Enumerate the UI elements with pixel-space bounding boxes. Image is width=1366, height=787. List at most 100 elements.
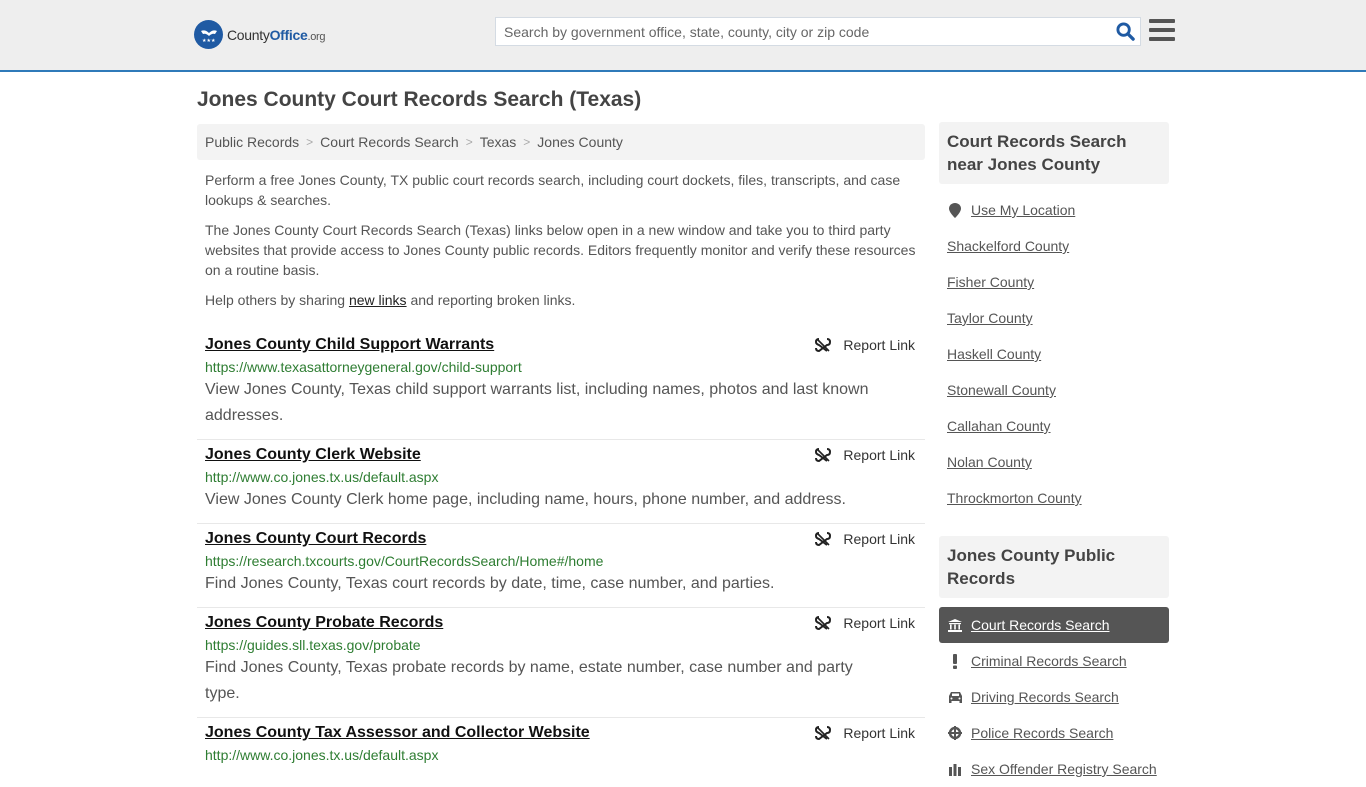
nearby-county-item: Callahan County: [947, 408, 1161, 444]
public-records-list: Court Records Search Criminal Records Se…: [939, 607, 1169, 787]
public-record-link[interactable]: Criminal Records Search: [971, 653, 1127, 669]
logo-text: CountyOffice.org: [227, 26, 326, 43]
menu-bar-icon: [1149, 28, 1175, 32]
nearby-county-item: Shackelford County: [947, 228, 1161, 264]
nearby-county-link[interactable]: Haskell County: [947, 346, 1041, 362]
intro-paragraph-3: Help others by sharing new links and rep…: [205, 290, 917, 310]
intro-text: Perform a free Jones County, TX public c…: [197, 170, 925, 310]
results-list: Jones County Child Support Warrants Repo…: [197, 330, 925, 775]
nearby-county-link[interactable]: Fisher County: [947, 274, 1034, 290]
breadcrumb-jones-county[interactable]: Jones County: [537, 134, 623, 150]
nearby-county-item: Taylor County: [947, 300, 1161, 336]
breadcrumb: Public Records > Court Records Search > …: [197, 124, 925, 160]
public-record-item-criminal[interactable]: Criminal Records Search: [939, 643, 1169, 679]
public-record-item-driving[interactable]: Driving Records Search: [939, 679, 1169, 715]
new-links-link[interactable]: new links: [349, 292, 407, 308]
result-url: https://www.texasattorneygeneral.gov/chi…: [205, 359, 522, 375]
logo-org: .org: [307, 30, 326, 43]
report-link-button[interactable]: Report Link: [815, 337, 915, 353]
result-title-link[interactable]: Jones County Court Records: [205, 530, 426, 548]
search-button[interactable]: [1110, 18, 1140, 45]
use-my-location-item: Use My Location: [947, 192, 1161, 228]
report-link-button[interactable]: Report Link: [815, 725, 915, 741]
report-link-label: Report Link: [843, 615, 915, 631]
result-item: Jones County Tax Assessor and Collector …: [197, 718, 925, 775]
hamburger-menu-button[interactable]: [1149, 19, 1175, 43]
result-title-link[interactable]: Jones County Tax Assessor and Collector …: [205, 724, 590, 742]
result-url: http://www.co.jones.tx.us/default.aspx: [205, 747, 439, 763]
nearby-county-link[interactable]: Stonewall County: [947, 382, 1056, 398]
report-link-button[interactable]: Report Link: [815, 531, 915, 547]
report-link-label: Report Link: [843, 531, 915, 547]
report-link-button[interactable]: Report Link: [815, 447, 915, 463]
public-record-link[interactable]: Court Records Search: [971, 617, 1110, 633]
eagle-badge-icon: ★★★: [194, 20, 223, 49]
public-record-link[interactable]: Sex Offender Registry Search: [971, 761, 1157, 777]
breadcrumb-texas[interactable]: Texas: [480, 134, 517, 150]
nearby-county-link[interactable]: Throckmorton County: [947, 490, 1082, 506]
search-icon: [1115, 22, 1135, 41]
report-link-button[interactable]: Report Link: [815, 615, 915, 631]
intro-paragraph-2: The Jones County Court Records Search (T…: [205, 222, 916, 278]
menu-bar-icon: [1149, 19, 1175, 23]
intro-paragraph-1: Perform a free Jones County, TX public c…: [205, 172, 901, 208]
exclamation-icon: [947, 653, 963, 669]
result-description: View Jones County Clerk home page, inclu…: [205, 491, 846, 508]
result-url: https://research.txcourts.gov/CourtRecor…: [205, 553, 604, 569]
main-content: Public Records > Court Records Search > …: [197, 124, 925, 775]
group-icon: [947, 762, 963, 776]
public-records-heading: Jones County Public Records: [939, 536, 1169, 598]
breadcrumb-separator: >: [523, 135, 531, 149]
result-item: Jones County Child Support Warrants Repo…: [197, 330, 925, 440]
result-title-link[interactable]: Jones County Clerk Website: [205, 446, 421, 464]
logo-county: County: [227, 26, 270, 43]
use-my-location-link[interactable]: Use My Location: [971, 202, 1075, 218]
search-box: [495, 17, 1141, 46]
report-link-label: Report Link: [843, 337, 915, 353]
search-input[interactable]: [496, 18, 1110, 45]
broken-link-icon: [815, 337, 832, 353]
breadcrumb-separator: >: [306, 135, 314, 149]
broken-link-icon: [815, 531, 832, 547]
nearby-county-link[interactable]: Nolan County: [947, 454, 1032, 470]
public-record-item-sex-offender[interactable]: Sex Offender Registry Search: [939, 751, 1169, 787]
result-title-link[interactable]: Jones County Child Support Warrants: [205, 336, 494, 354]
result-item: Jones County Clerk Website Report Link h…: [197, 440, 925, 524]
broken-link-icon: [815, 725, 832, 741]
map-marker-icon: [947, 202, 963, 218]
courthouse-icon: [947, 618, 963, 632]
nearby-county-item: Fisher County: [947, 264, 1161, 300]
nearby-county-link[interactable]: Taylor County: [947, 310, 1033, 326]
sidebar: Court Records Search near Jones County U…: [939, 122, 1169, 787]
nearby-county-link[interactable]: Callahan County: [947, 418, 1051, 434]
intro-text-before: Help others by sharing: [205, 292, 349, 308]
intro-text-after: and reporting broken links.: [406, 292, 576, 308]
nearby-heading: Court Records Search near Jones County: [939, 122, 1169, 184]
breadcrumb-separator: >: [465, 135, 473, 149]
result-url: http://www.co.jones.tx.us/default.aspx: [205, 469, 439, 485]
result-item: Jones County Probate Records Report Link…: [197, 608, 925, 718]
svg-text:★★★: ★★★: [202, 38, 216, 44]
broken-link-icon: [815, 447, 832, 463]
report-link-label: Report Link: [843, 447, 915, 463]
nearby-county-item: Nolan County: [947, 444, 1161, 480]
nearby-county-link[interactable]: Shackelford County: [947, 238, 1069, 254]
public-record-item-police[interactable]: Police Records Search: [939, 715, 1169, 751]
nearby-county-item: Stonewall County: [947, 372, 1161, 408]
menu-bar-icon: [1149, 37, 1175, 41]
nearby-county-item: Haskell County: [947, 336, 1161, 372]
public-record-link[interactable]: Driving Records Search: [971, 689, 1119, 705]
logo-office: Office: [269, 26, 308, 43]
result-item: Jones County Court Records Report Link h…: [197, 524, 925, 608]
public-record-link[interactable]: Police Records Search: [971, 725, 1113, 741]
result-url: https://guides.sll.texas.gov/probate: [205, 637, 421, 653]
result-title-link[interactable]: Jones County Probate Records: [205, 614, 443, 632]
crosshair-icon: [947, 726, 963, 740]
report-link-label: Report Link: [843, 725, 915, 741]
nearby-county-list: Use My Location Shackelford County Fishe…: [939, 184, 1169, 516]
breadcrumb-court-records-search[interactable]: Court Records Search: [320, 134, 459, 150]
countyoffice-logo[interactable]: ★★★ CountyOffice.org: [194, 20, 326, 49]
breadcrumb-public-records[interactable]: Public Records: [205, 134, 299, 150]
page-title: Jones County Court Records Search (Texas…: [197, 88, 642, 111]
public-record-item-court[interactable]: Court Records Search: [939, 607, 1169, 643]
